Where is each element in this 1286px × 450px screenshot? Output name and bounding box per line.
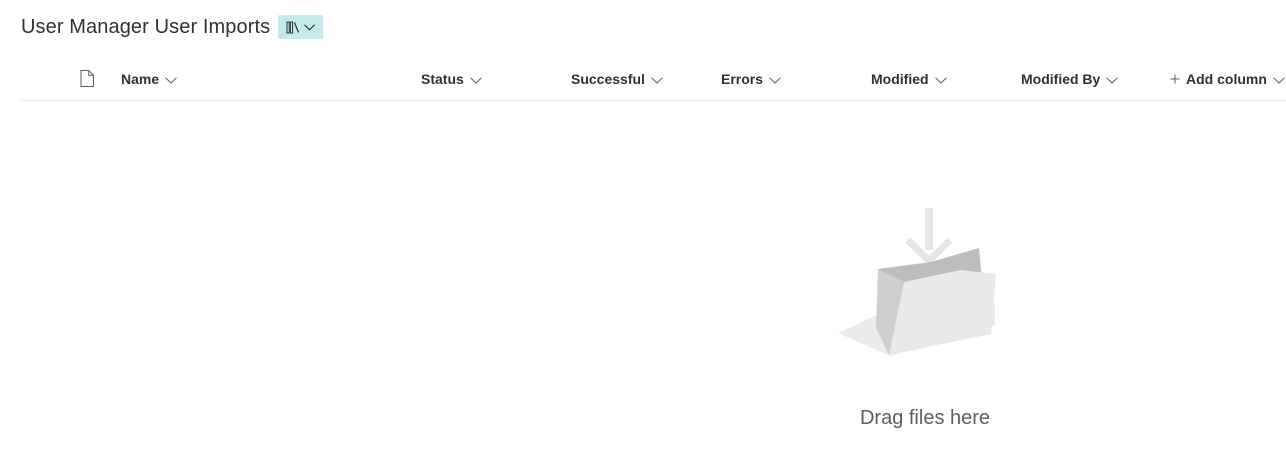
- chevron-down-icon: [165, 71, 177, 87]
- column-header-errors[interactable]: Errors: [721, 57, 781, 100]
- plus-icon: [1170, 71, 1180, 87]
- column-label: Add column: [1186, 70, 1267, 87]
- chevron-down-icon: [769, 71, 781, 87]
- add-column-button[interactable]: Add column: [1170, 57, 1285, 100]
- column-header-modified[interactable]: Modified: [871, 57, 947, 100]
- document-icon[interactable]: [80, 70, 94, 92]
- view-switcher-button[interactable]: [278, 15, 324, 39]
- column-header-successful[interactable]: Successful: [571, 57, 663, 100]
- column-label: Modified: [871, 70, 929, 87]
- page-title: User Manager User Imports: [21, 15, 271, 38]
- chevron-down-icon: [934, 71, 947, 87]
- column-label: Status: [421, 70, 464, 87]
- column-header-status[interactable]: Status: [421, 57, 482, 100]
- drag-files-message: Drag files here: [859, 407, 991, 429]
- chevron-down-icon: [304, 23, 316, 31]
- column-label: Modified By: [1021, 70, 1101, 87]
- chevron-down-icon: [651, 71, 663, 87]
- column-label: Errors: [721, 70, 764, 87]
- chevron-down-icon: [1273, 71, 1285, 87]
- column-header-name[interactable]: Name: [121, 57, 177, 100]
- folder-drop-icon: [836, 208, 998, 363]
- chevron-down-icon: [469, 71, 482, 87]
- column-header-row: Name Status Successful Errors Modified M…: [21, 57, 1286, 101]
- library-icon: [286, 21, 301, 34]
- column-label: Name: [121, 70, 160, 87]
- column-label: Successful: [571, 70, 645, 87]
- chevron-down-icon: [1106, 71, 1119, 87]
- library-header: User Manager User Imports: [21, 12, 324, 42]
- column-header-modified-by[interactable]: Modified By: [1021, 57, 1119, 100]
